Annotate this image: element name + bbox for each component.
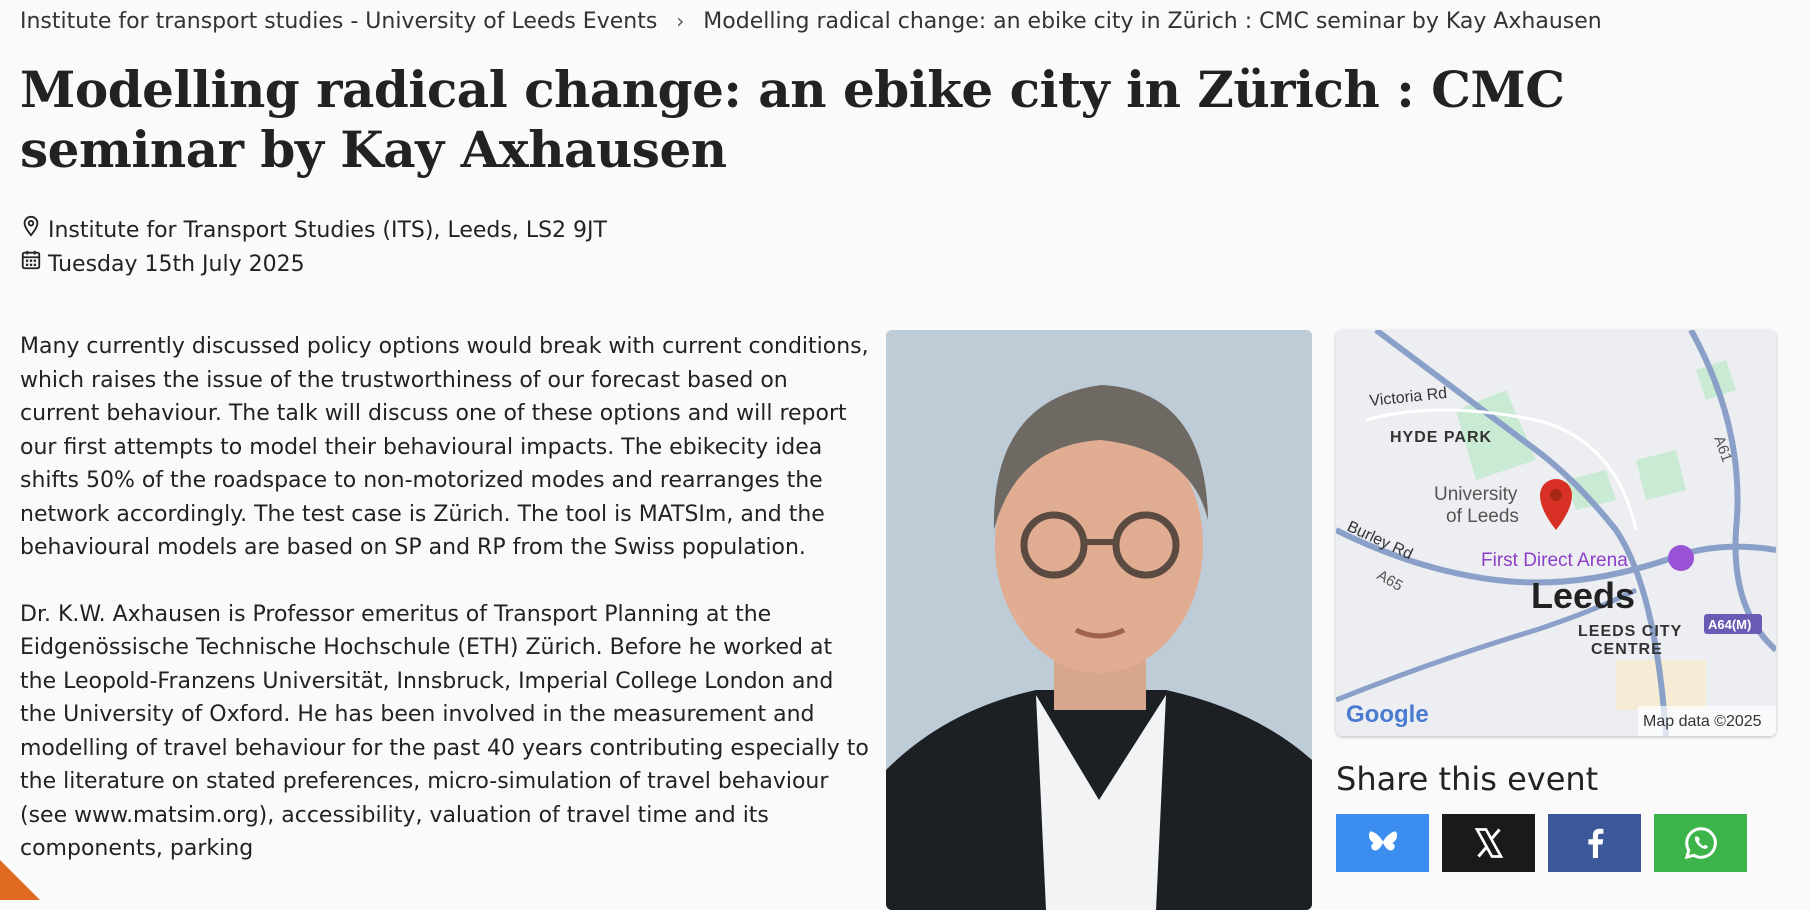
map-label-a64m: A64(M) xyxy=(1708,617,1751,632)
breadcrumb-link-its-events[interactable]: Institute for transport studies - Univer… xyxy=(20,9,657,34)
map-label-first-direct-arena: First Direct Arena xyxy=(1481,550,1628,571)
event-meta: Institute for Transport Studies (ITS), L… xyxy=(20,214,607,282)
map-label-university: University xyxy=(1434,484,1518,505)
share-facebook-button[interactable] xyxy=(1548,814,1641,872)
share-bluesky-button[interactable] xyxy=(1336,814,1429,872)
description-paragraph: Dr. K.W. Axhausen is Professor emeritus … xyxy=(20,601,869,862)
event-date: Tuesday 15th July 2025 xyxy=(48,252,305,277)
event-description: Many currently discussed policy options … xyxy=(20,330,870,899)
event-location: Institute for Transport Studies (ITS), L… xyxy=(48,218,607,243)
speaker-photo xyxy=(886,330,1312,910)
whatsapp-icon xyxy=(1684,827,1717,860)
map-label-university: of Leeds xyxy=(1446,506,1519,527)
event-location-row: Institute for Transport Studies (ITS), L… xyxy=(20,214,607,248)
share-buttons xyxy=(1336,814,1747,872)
map-label-leeds: Leeds xyxy=(1531,575,1635,616)
map-label-hyde-park: HYDE PARK xyxy=(1390,429,1492,446)
map-label-city-centre: LEEDS CITY xyxy=(1578,623,1682,640)
x-logo-icon xyxy=(1474,828,1503,858)
map-data-attribution[interactable]: Map data ©2025 xyxy=(1643,713,1762,730)
share-title: Share this event xyxy=(1336,760,1599,798)
google-logo: Google xyxy=(1346,701,1429,728)
butterfly-icon xyxy=(1368,831,1397,851)
corner-decoration xyxy=(0,860,40,900)
facebook-icon xyxy=(1587,828,1603,858)
breadcrumb: Institute for transport studies - Univer… xyxy=(20,6,1602,37)
page-title: Modelling radical change: an ebike city … xyxy=(20,60,1565,179)
map-label-city-centre: CENTRE xyxy=(1591,641,1663,658)
calendar-icon xyxy=(20,248,42,282)
share-whatsapp-button[interactable] xyxy=(1654,814,1747,872)
map-pin-icon xyxy=(20,214,42,248)
location-map[interactable]: Victoria Rd HYDE PARK University of Leed… xyxy=(1336,330,1776,736)
breadcrumb-current: Modelling radical change: an ebike city … xyxy=(703,9,1602,34)
description-paragraph: Many currently discussed policy options … xyxy=(20,334,869,560)
breadcrumb-separator: › xyxy=(676,9,685,33)
event-date-row: Tuesday 15th July 2025 xyxy=(20,248,607,282)
share-x-button[interactable] xyxy=(1442,814,1535,872)
